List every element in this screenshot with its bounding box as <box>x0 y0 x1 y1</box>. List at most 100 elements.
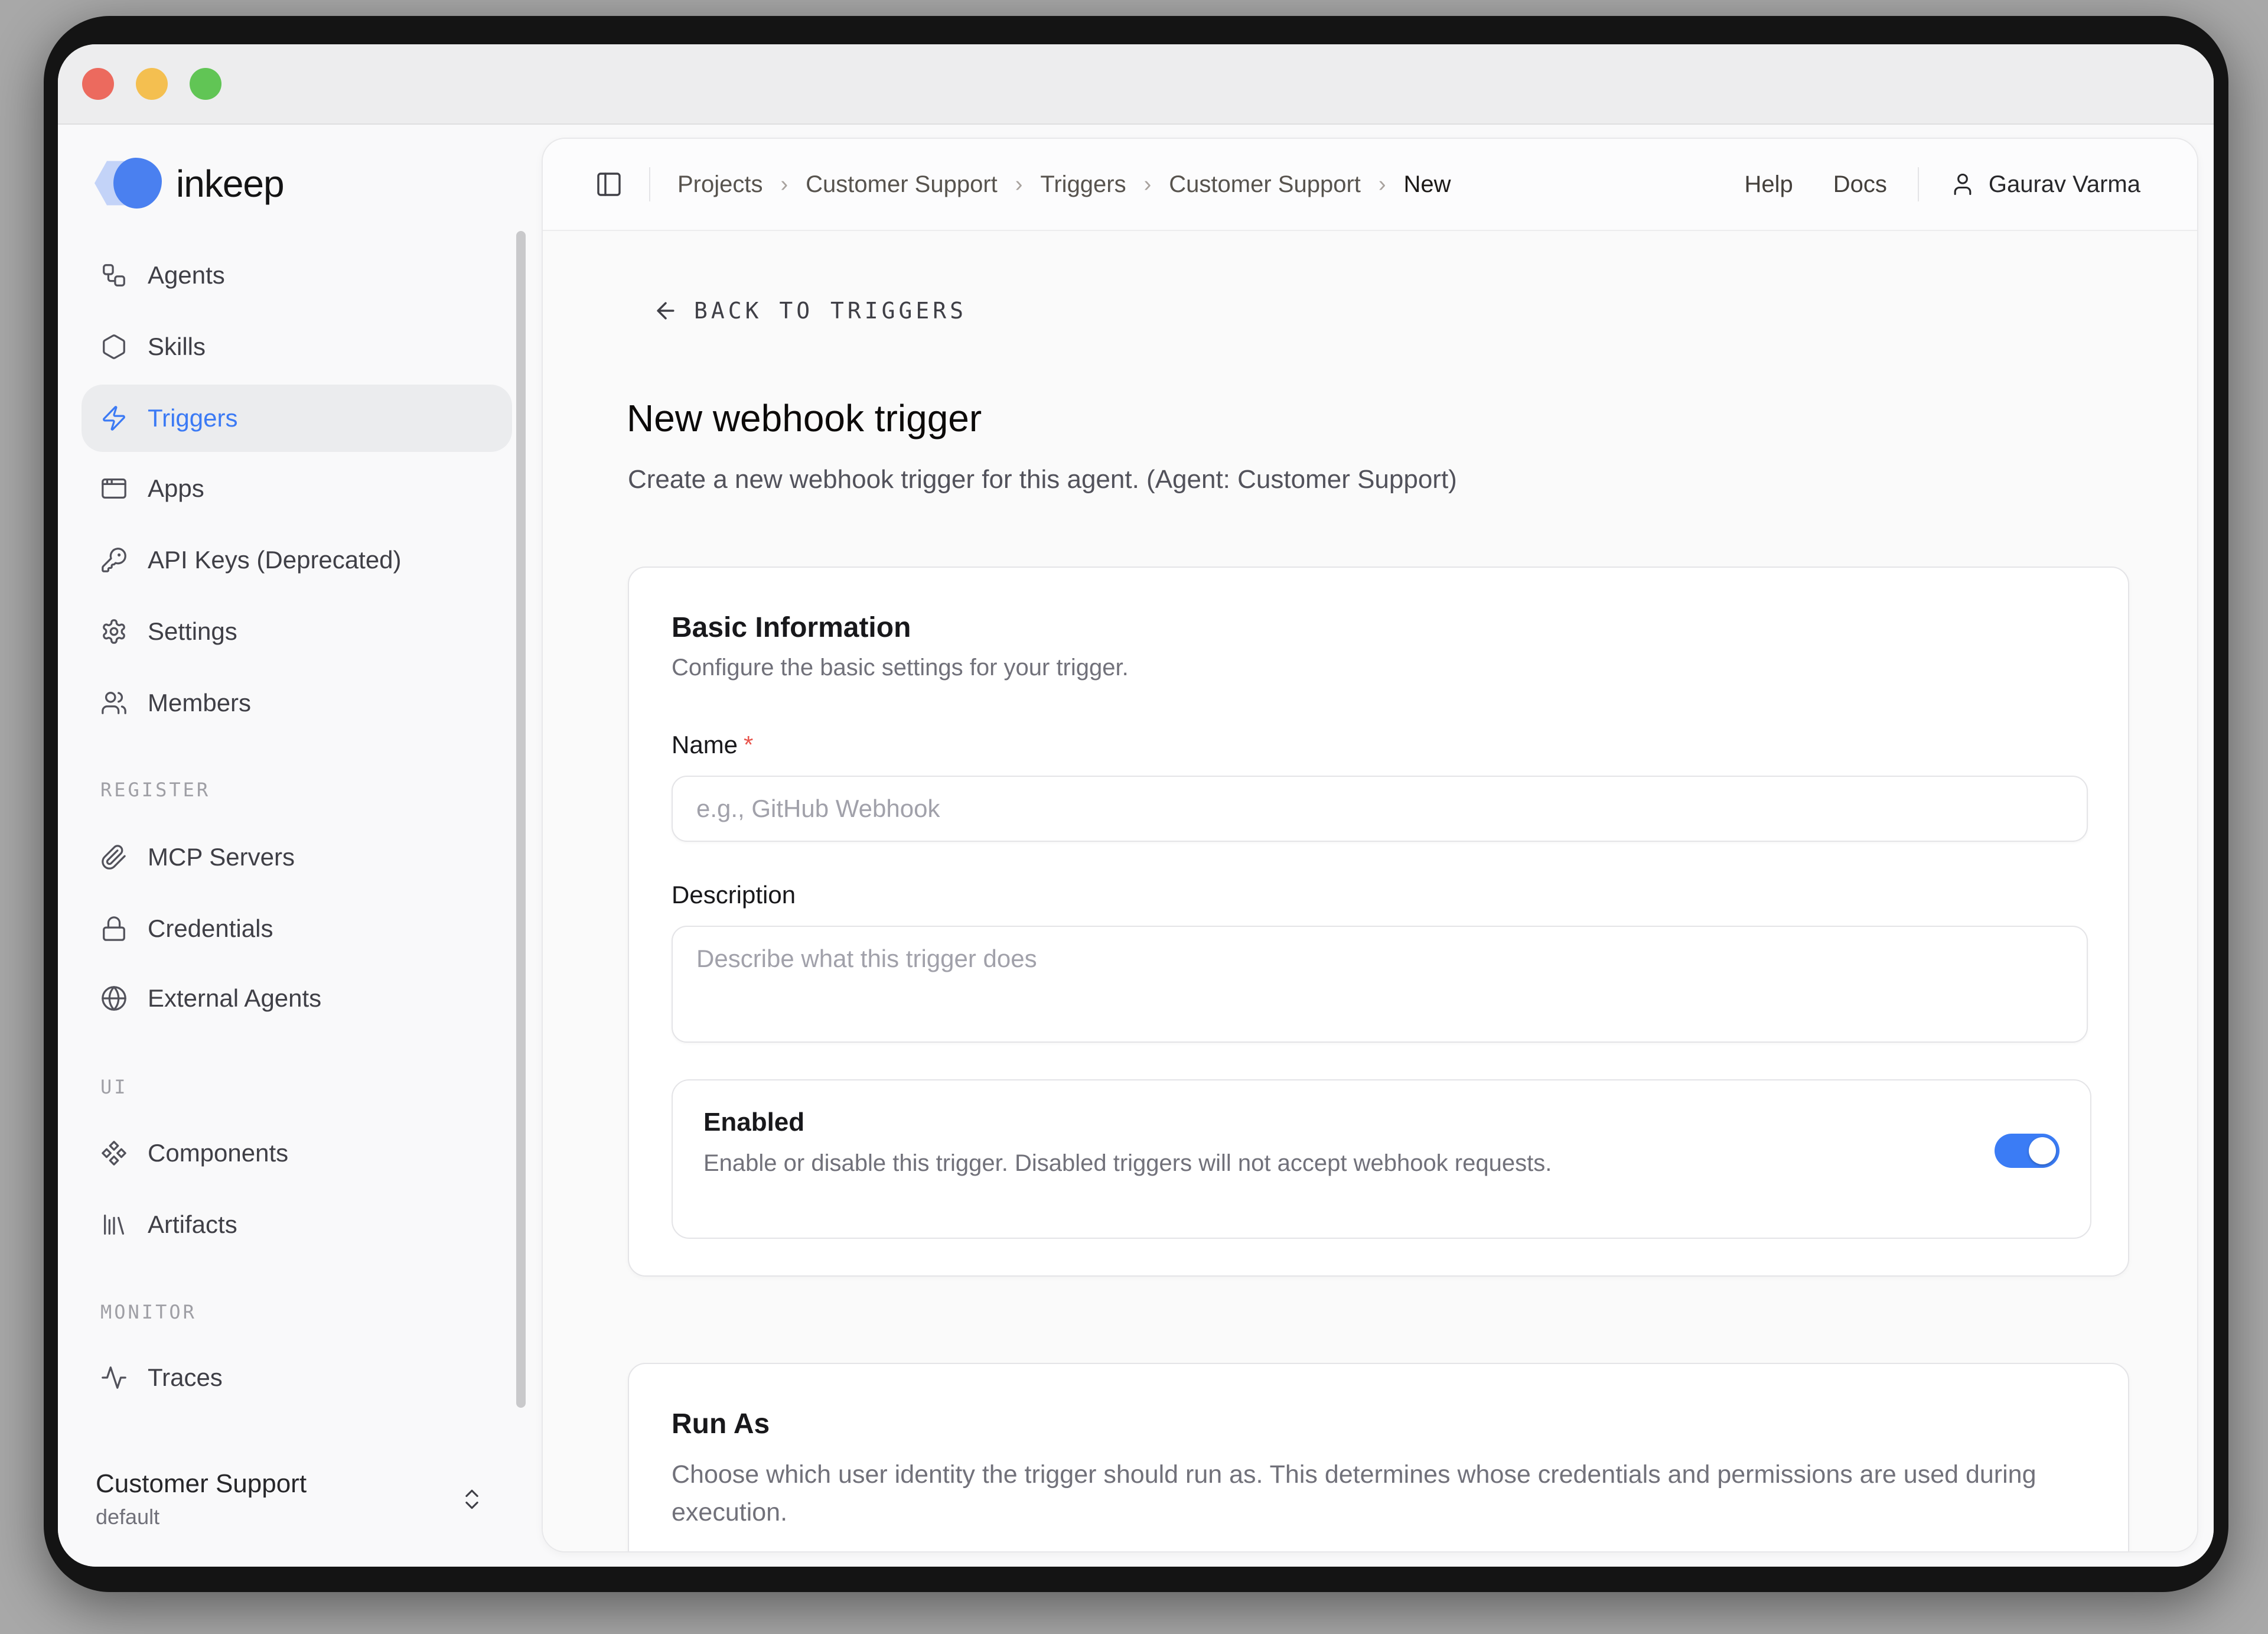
sidebar-item-external-agents[interactable]: External Agents <box>82 965 512 1032</box>
breadcrumb-separator: › <box>1015 172 1023 197</box>
hexagon-icon <box>100 333 128 360</box>
header-divider <box>1918 167 1919 201</box>
sidebar-item-credentials[interactable]: Credentials <box>82 895 512 962</box>
sidebar-item-settings[interactable]: Settings <box>82 598 512 665</box>
help-link[interactable]: Help <box>1744 171 1793 198</box>
docs-link[interactable]: Docs <box>1833 171 1887 198</box>
breadcrumb-agent[interactable]: Customer Support <box>1169 171 1361 198</box>
minimize-button[interactable] <box>136 68 168 100</box>
sidebar-item-label: Members <box>148 689 251 717</box>
logo-text: inkeep <box>176 162 284 206</box>
blob-shape <box>113 158 162 209</box>
toggle-knob <box>2029 1137 2056 1164</box>
sidebar-item-members[interactable]: Members <box>82 669 512 737</box>
project-switcher[interactable]: Customer Support default <box>96 1455 494 1544</box>
lock-icon <box>100 915 128 942</box>
component-icon <box>100 1140 128 1167</box>
enabled-label: Enabled <box>703 1108 1552 1137</box>
breadcrumb: Projects › Customer Support › Triggers ›… <box>677 171 1451 198</box>
user-icon <box>1950 171 1976 197</box>
inkeep-logo-icon <box>94 158 161 210</box>
description-textarea[interactable] <box>672 926 2088 1043</box>
users-icon <box>100 689 128 717</box>
app-body: inkeep Agents Skills Triggers <box>58 125 2214 1567</box>
sidebar-item-artifacts[interactable]: Artifacts <box>82 1191 512 1258</box>
main-panel: Projects › Customer Support › Triggers ›… <box>542 138 2198 1552</box>
sidebar-item-label: API Keys (Deprecated) <box>148 546 402 574</box>
enabled-labels: Enabled Enable or disable this trigger. … <box>703 1108 1552 1177</box>
back-to-triggers-link[interactable]: BACK TO TRIGGERS <box>653 291 967 330</box>
sidebar-item-label: MCP Servers <box>148 843 295 871</box>
sidebar-item-label: Components <box>148 1139 288 1167</box>
sidebar-item-label: Artifacts <box>148 1210 237 1239</box>
sidebar-item-components[interactable]: Components <box>82 1119 512 1187</box>
sidebar-item-api-keys[interactable]: API Keys (Deprecated) <box>82 526 512 594</box>
user-name: Gaurav Varma <box>1989 171 2140 198</box>
sidebar-item-label: External Agents <box>148 984 321 1013</box>
sidebar-section-monitor: MONITOR <box>100 1299 197 1325</box>
project-name: Customer Support <box>96 1469 307 1499</box>
arrow-left-icon <box>653 298 679 324</box>
sidebar-item-label: Credentials <box>148 914 273 943</box>
sidebar-item-agents[interactable]: Agents <box>82 242 512 309</box>
sidebar-section-register: REGISTER <box>100 777 210 803</box>
paperclip-icon <box>100 844 128 871</box>
zap-icon <box>100 405 128 432</box>
name-label: Name* <box>672 731 2085 759</box>
breadcrumb-separator: › <box>781 172 788 197</box>
breadcrumb-separator: › <box>1379 172 1386 197</box>
workflow-icon <box>100 262 128 289</box>
sidebar-item-apps[interactable]: Apps <box>82 455 512 522</box>
panel-content: BACK TO TRIGGERS New webhook trigger Cre… <box>543 231 2197 1551</box>
card-title: Basic Information <box>672 611 2085 644</box>
sidebar-item-label: Traces <box>148 1363 223 1392</box>
project-environment: default <box>96 1505 307 1529</box>
enabled-description: Enable or disable this trigger. Disabled… <box>703 1150 1552 1177</box>
app-window-icon <box>100 475 128 502</box>
sidebar-item-label: Triggers <box>148 404 237 432</box>
card-description: Configure the basic settings for your tr… <box>672 655 2085 681</box>
name-input[interactable] <box>672 776 2088 842</box>
breadcrumb-triggers[interactable]: Triggers <box>1040 171 1126 198</box>
sidebar-section-ui: UI <box>100 1074 128 1100</box>
titlebar <box>58 44 2214 125</box>
header-divider <box>649 167 650 201</box>
close-button[interactable] <box>82 68 114 100</box>
basic-information-card: Basic Information Configure the basic se… <box>628 567 2129 1277</box>
sidebar-item-label: Apps <box>148 474 204 503</box>
key-icon <box>100 546 128 574</box>
breadcrumb-projects[interactable]: Projects <box>677 171 763 198</box>
run-as-card: Run As Choose which user identity the tr… <box>628 1363 2129 1551</box>
page-title: New webhook trigger <box>627 396 982 440</box>
breadcrumb-current: New <box>1404 171 1451 198</box>
card-title: Run As <box>672 1408 2085 1440</box>
header-right: Help Docs Gaurav Varma <box>1704 167 2140 201</box>
name-label-text: Name <box>672 731 738 759</box>
project-switcher-labels: Customer Support default <box>96 1469 307 1529</box>
sidebar-item-label: Skills <box>148 333 206 361</box>
panel-header: Projects › Customer Support › Triggers ›… <box>543 139 2197 231</box>
gear-icon <box>100 618 128 645</box>
sidebar-item-label: Agents <box>148 261 225 289</box>
panel-left-icon[interactable] <box>595 170 623 198</box>
library-icon <box>100 1211 128 1238</box>
user-menu[interactable]: Gaurav Varma <box>1950 171 2140 198</box>
activity-icon <box>100 1364 128 1391</box>
sidebar: inkeep Agents Skills Triggers <box>58 125 542 1567</box>
sidebar-item-triggers[interactable]: Triggers <box>82 385 512 452</box>
device-frame: inkeep Agents Skills Triggers <box>44 16 2228 1592</box>
sidebar-scrollbar[interactable] <box>516 231 526 1408</box>
sidebar-item-skills[interactable]: Skills <box>82 313 512 380</box>
card-description: Choose which user identity the trigger s… <box>672 1456 2065 1531</box>
description-label: Description <box>672 881 2085 909</box>
app-window: inkeep Agents Skills Triggers <box>58 44 2214 1567</box>
enabled-toggle[interactable] <box>1995 1134 2060 1168</box>
sidebar-item-mcp-servers[interactable]: MCP Servers <box>82 823 512 891</box>
breadcrumb-separator: › <box>1144 172 1152 197</box>
breadcrumb-project[interactable]: Customer Support <box>806 171 998 198</box>
inkeep-logo[interactable]: inkeep <box>94 155 284 212</box>
page-subtitle: Create a new webhook trigger for this ag… <box>628 465 1457 494</box>
sidebar-item-traces[interactable]: Traces <box>82 1344 512 1411</box>
maximize-button[interactable] <box>190 68 221 100</box>
back-link-label: BACK TO TRIGGERS <box>694 298 967 324</box>
